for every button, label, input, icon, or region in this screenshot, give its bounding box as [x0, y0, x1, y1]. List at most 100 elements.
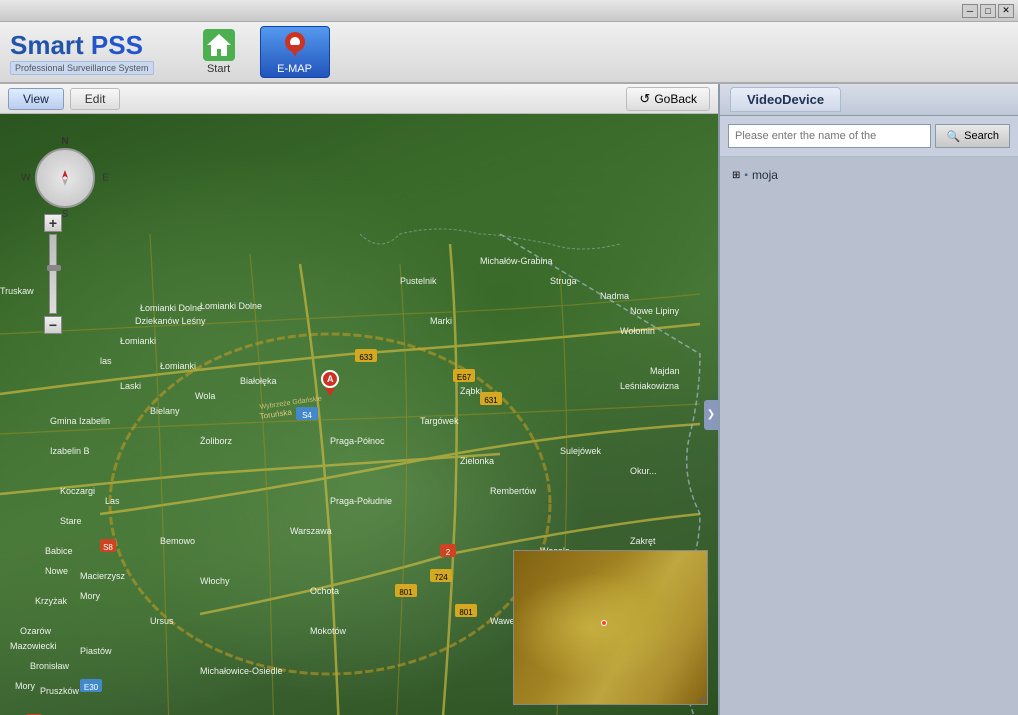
nav-start-label: Start: [207, 63, 230, 75]
svg-text:Bemowo: Bemowo: [160, 536, 195, 546]
minimap[interactable]: [513, 550, 708, 705]
zoom-controls: + −: [44, 214, 62, 334]
minimap-background: [514, 551, 707, 704]
svg-text:631: 631: [484, 396, 498, 405]
svg-text:Laski: Laski: [120, 381, 141, 391]
svg-text:Łomianki: Łomianki: [120, 336, 156, 346]
panel-expand-arrow[interactable]: ❯: [704, 400, 718, 430]
nav-start[interactable]: Start: [184, 26, 254, 78]
svg-text:Babice: Babice: [45, 546, 73, 556]
svg-text:Mory: Mory: [80, 591, 100, 601]
app-header: Smart PSS Professional Surveillance Syst…: [0, 22, 1018, 84]
svg-text:Mory: Mory: [15, 681, 35, 691]
goback-icon: ↺: [639, 91, 650, 107]
svg-text:Wola: Wola: [195, 391, 215, 401]
pin-marker: A: [321, 370, 339, 388]
svg-text:Zielonka: Zielonka: [460, 456, 494, 466]
nav-emap-label: E-MAP: [277, 63, 312, 75]
compass-arrow-icon: [55, 168, 75, 188]
svg-text:Ochota: Ochota: [310, 586, 339, 596]
svg-text:Piastów: Piastów: [80, 646, 112, 656]
zoom-in-button[interactable]: +: [44, 214, 62, 232]
svg-text:Macierzysz: Macierzysz: [80, 571, 126, 581]
device-item[interactable]: ⊞ ▪ moja: [728, 165, 1010, 185]
minimize-button[interactable]: ─: [962, 4, 978, 18]
minimap-location-dot: [601, 620, 607, 626]
restore-button[interactable]: □: [980, 4, 996, 18]
svg-text:Białołęka: Białołęka: [240, 376, 277, 386]
svg-text:Truskaw: Truskaw: [0, 286, 34, 296]
svg-text:Majdan: Majdan: [650, 366, 680, 376]
svg-text:Stare: Stare: [60, 516, 82, 526]
svg-text:Ząbki: Ząbki: [460, 386, 482, 396]
svg-text:Praga-Północ: Praga-Północ: [330, 436, 385, 446]
svg-text:Krzyżak: Krzyżak: [35, 596, 68, 606]
svg-text:Nowe: Nowe: [45, 566, 68, 576]
map-location-pin: A: [321, 370, 339, 396]
right-panel: VideoDevice 🔍 Search ⊞ ▪ moja: [718, 84, 1018, 715]
svg-text:Michałowice-Osiedle: Michałowice-Osiedle: [200, 666, 283, 676]
app-subtitle: Professional Surveillance System: [10, 61, 154, 75]
svg-text:S8: S8: [103, 543, 113, 552]
compass-rose[interactable]: N S E W: [35, 148, 95, 208]
compass[interactable]: N S E W: [30, 134, 100, 204]
svg-text:Gmina Izabelin: Gmina Izabelin: [50, 416, 110, 426]
svg-text:Okur...: Okur...: [630, 466, 657, 476]
svg-text:Bronisław: Bronisław: [30, 661, 70, 671]
zoom-thumb[interactable]: [47, 265, 61, 271]
svg-text:Marki: Marki: [430, 316, 452, 326]
titlebar: ─ □ ✕: [0, 0, 1018, 22]
compass-north: N: [61, 136, 68, 147]
svg-text:801: 801: [399, 588, 413, 597]
compass-south: S: [62, 209, 69, 220]
search-button-label: Search: [964, 130, 999, 142]
svg-text:2: 2: [446, 548, 451, 557]
svg-text:las: las: [100, 356, 112, 366]
minimap-resize-handle[interactable]: [693, 690, 705, 702]
home-icon: [203, 29, 235, 61]
device-search-input[interactable]: [728, 124, 931, 148]
svg-text:Łomianki Dolne: Łomianki Dolne: [200, 301, 262, 311]
close-button[interactable]: ✕: [998, 4, 1014, 18]
zoom-slider[interactable]: [49, 234, 57, 314]
nav-emap[interactable]: E-MAP: [260, 26, 330, 78]
svg-text:Mazowiecki: Mazowiecki: [10, 641, 57, 651]
svg-text:801: 801: [459, 608, 473, 617]
map-pin-icon: [279, 29, 311, 61]
zoom-out-button[interactable]: −: [44, 316, 62, 334]
panel-search-bar: 🔍 Search: [720, 116, 1018, 157]
expand-icon: ▪: [744, 170, 748, 181]
goback-label: GoBack: [654, 92, 697, 106]
device-name-label: moja: [752, 168, 778, 182]
device-type-icon: ⊞: [732, 170, 740, 181]
svg-text:Leśniakowizna: Leśniakowizna: [620, 381, 679, 391]
svg-text:Zakręt: Zakręt: [630, 536, 656, 546]
search-button[interactable]: 🔍 Search: [935, 124, 1010, 148]
edit-tab[interactable]: Edit: [70, 88, 121, 110]
svg-text:Bielany: Bielany: [150, 406, 180, 416]
svg-text:Łomianki: Łomianki: [160, 361, 196, 371]
svg-text:S4: S4: [302, 411, 312, 420]
svg-text:Pustelnik: Pustelnik: [400, 276, 437, 286]
svg-text:Wołomin: Wołomin: [620, 326, 655, 336]
svg-text:Koczargi: Koczargi: [60, 486, 95, 496]
main-content: View Edit ↺ GoBack: [0, 84, 1018, 715]
svg-text:Warszawa: Warszawa: [290, 526, 332, 536]
svg-text:Izabelin B: Izabelin B: [50, 446, 90, 456]
map-container[interactable]: Warszawa Praga-Północ Praga-Południe Żol…: [0, 114, 718, 715]
svg-text:Sulejówek: Sulejówek: [560, 446, 602, 456]
svg-text:Łomianki Dolne: Łomianki Dolne: [140, 303, 202, 313]
app-product: PSS: [91, 30, 143, 60]
svg-text:Ozarów: Ozarów: [20, 626, 52, 636]
svg-text:E30: E30: [84, 683, 99, 692]
svg-text:Włochy: Włochy: [200, 576, 230, 586]
map-toolbar: View Edit ↺ GoBack: [0, 84, 718, 114]
device-list: ⊞ ▪ moja: [720, 157, 1018, 715]
svg-text:Mokotów: Mokotów: [310, 626, 347, 636]
panel-title: VideoDevice: [730, 87, 841, 112]
search-icon: 🔍: [946, 130, 960, 143]
goback-button[interactable]: ↺ GoBack: [626, 87, 710, 111]
svg-text:Las: Las: [105, 496, 120, 506]
view-tab[interactable]: View: [8, 88, 64, 110]
logo-area: Smart PSS Professional Surveillance Syst…: [10, 30, 154, 75]
